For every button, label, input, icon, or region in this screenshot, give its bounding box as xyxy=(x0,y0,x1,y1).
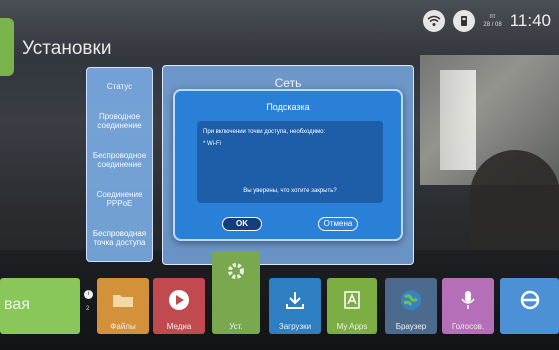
network-panel-title: Сеть xyxy=(274,76,302,90)
day-month: 28 / 08 xyxy=(483,22,502,28)
dialog-question: Вы уверены, что хотите закрыть? xyxy=(243,188,337,194)
app-tile-downloads[interactable]: Загрузки xyxy=(269,278,321,334)
app-tile-files[interactable]: Файлы xyxy=(97,278,149,334)
app-bar: вая i 2 Файлы Медиа Уст. Загрузки My App… xyxy=(0,251,559,336)
app-label-settings: Уст. xyxy=(229,322,243,331)
left-partial-tile[interactable]: вая xyxy=(0,278,80,334)
side-item-pppoe[interactable]: Соединение PPPoE xyxy=(89,186,150,212)
dialog-message-line-1: При включении точки доступа, необходимо: xyxy=(203,129,326,135)
left-tile-text: вая xyxy=(4,296,30,313)
app-label-downloads: Загрузки xyxy=(278,322,312,331)
clock: 11:40 xyxy=(509,11,551,30)
globe-icon xyxy=(399,288,423,312)
app-tile-settings[interactable]: Уст. xyxy=(212,251,260,334)
date-display: пт 28 / 08 xyxy=(483,13,501,29)
settings-side-menu: Статус Проводное соединение Беспроводное… xyxy=(86,67,153,262)
app-label-media: Медиа xyxy=(166,322,192,331)
hint-dialog: Подсказка При включении точки доступа, н… xyxy=(173,89,403,241)
dialog-message-box: При включении точки доступа, необходимо:… xyxy=(197,121,383,203)
app-tile-media[interactable]: Медиа xyxy=(153,278,205,334)
usb-icon xyxy=(453,10,476,32)
side-item-wired[interactable]: Проводное соединение xyxy=(89,108,150,134)
apps-icon xyxy=(340,288,364,312)
mic-icon xyxy=(456,288,480,312)
app-label-browser: Браузер xyxy=(395,322,427,331)
side-item-status[interactable]: Статус xyxy=(89,78,150,95)
download-icon xyxy=(283,288,307,312)
folder-icon xyxy=(111,288,135,312)
side-item-hotspot[interactable]: Беспроводная точка доступа xyxy=(89,225,150,251)
side-item-wireless[interactable]: Беспроводное соединение xyxy=(89,147,150,173)
app-label-my-apps: My Apps xyxy=(336,322,368,331)
cancel-button[interactable]: Отмена xyxy=(318,217,358,231)
app-tile-voice[interactable]: Голосов. xyxy=(442,278,494,334)
wifi-icon xyxy=(423,10,446,32)
play-icon xyxy=(167,288,191,312)
status-bar: пт 28 / 08 11:40 xyxy=(423,10,551,32)
weekday: пт xyxy=(489,14,496,20)
info-badge: i xyxy=(84,290,93,299)
badge-count: 2 xyxy=(86,306,90,312)
dialog-message-line-2: * Wi-Fi xyxy=(203,141,221,147)
dialog-title: Подсказка xyxy=(266,102,310,112)
gear-icon xyxy=(224,259,248,283)
ok-button[interactable]: OK xyxy=(222,217,262,231)
app-label-voice: Голосов. xyxy=(451,322,485,331)
ie-icon xyxy=(518,288,542,312)
app-tile-browser[interactable]: Браузер xyxy=(385,278,437,334)
left-accent-tab xyxy=(0,18,14,76)
app-tile-last[interactable] xyxy=(500,278,559,334)
page-title: Установки xyxy=(22,38,112,59)
air-conditioner-reflection xyxy=(440,70,476,170)
app-tile-my-apps[interactable]: My Apps xyxy=(327,278,377,334)
app-label-files: Файлы xyxy=(110,322,136,331)
